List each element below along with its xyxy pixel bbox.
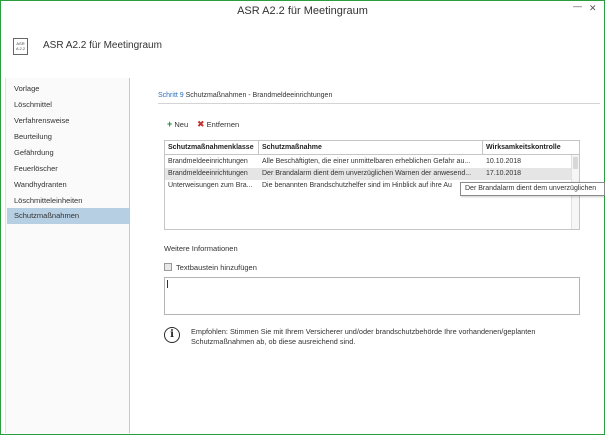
- table-cell-measure: Die benannten Brandschutzhelfer sind im …: [262, 182, 452, 189]
- title-bar: ASR A2.2 für Meetingraum — ✕: [1, 1, 604, 21]
- close-icon[interactable]: ✕: [589, 3, 597, 14]
- recommendation-text: Empfohlen: Stimmen Sie mit Ihrem Versich…: [191, 327, 536, 346]
- table-cell-measure: Der Brandalarm dient dem unverzüglichen …: [262, 170, 472, 177]
- info-icon: i: [164, 327, 180, 343]
- new-button[interactable]: + Neu: [167, 119, 188, 129]
- table-cell-class: Brandmeldeeinrichtungen: [168, 158, 248, 165]
- main-content: Schritt 9 Schutzmaßnahmen - Brandmeldeei…: [131, 71, 605, 433]
- table-cell-control: 10.10.2018: [486, 158, 522, 165]
- sidebar-item-loeschmittel[interactable]: Löschmittel: [7, 97, 129, 113]
- textblock-checkbox-label: Textbaustein hinzufügen: [176, 263, 257, 272]
- sidebar-item-feuerloescher[interactable]: Feuerlöscher: [7, 161, 129, 177]
- textblock-checkbox-row[interactable]: Textbaustein hinzufügen: [164, 263, 257, 272]
- scrollbar-thumb[interactable]: [573, 157, 578, 169]
- table-cell-control: 17.10.2018: [486, 170, 522, 177]
- step-title: Schutzmaßnahmen - Brandmeldeeinrichtunge…: [185, 92, 333, 99]
- sidebar-item-beurteilung[interactable]: Beurteilung: [7, 129, 129, 145]
- sidebar-item-loeschmitteleinheiten[interactable]: Löschmitteleinheiten: [7, 193, 129, 209]
- table-row[interactable]: Brandmeldeeinrichtungen Alle Beschäftigt…: [165, 156, 572, 168]
- column-header-measure[interactable]: Schutzmaßnahme: [259, 141, 483, 155]
- step-divider: [158, 103, 600, 104]
- table-cell-class: Unterweisungen zum Bra...: [168, 182, 253, 189]
- textblock-checkbox[interactable]: [164, 263, 172, 271]
- sidebar-item-vorlage[interactable]: Vorlage: [7, 81, 129, 97]
- app-logo-line2: A 2.2: [15, 46, 26, 51]
- app-header: ASR A 2.2 ASR A2.2 für Meetingraum: [1, 21, 604, 69]
- table-cell-class: Brandmeldeeinrichtungen: [168, 170, 248, 177]
- delete-icon: ✖: [197, 119, 205, 129]
- further-info-textarea[interactable]: [164, 277, 580, 315]
- table-header: Schutzmaßnahmenklasse Schutzmaßnahme Wir…: [165, 141, 579, 155]
- sidebar-nav: Vorlage Löschmittel Verfahrensweise Beur…: [5, 78, 130, 433]
- table-row-selected[interactable]: Brandmeldeeinrichtungen Der Brandalarm d…: [165, 168, 572, 180]
- column-header-class[interactable]: Schutzmaßnahmenklasse: [165, 141, 259, 155]
- text-caret: [167, 280, 168, 288]
- new-button-label: Neu: [174, 120, 189, 129]
- window-title: ASR A2.2 für Meetingraum: [237, 5, 368, 17]
- table-cell-measure: Alle Beschäftigten, die einer unmittelba…: [262, 158, 471, 165]
- app-window: ASR A2.2 für Meetingraum — ✕ ASR A 2.2 A…: [0, 0, 605, 435]
- delete-button-label: Entfernen: [206, 120, 240, 129]
- sidebar-item-schutzmassnahmen[interactable]: Schutzmaßnahmen: [7, 208, 129, 224]
- app-logo-icon: ASR A 2.2: [13, 38, 28, 55]
- minimize-icon[interactable]: —: [573, 1, 582, 11]
- step-number: Schritt 9: [158, 92, 184, 99]
- sidebar-item-verfahrensweise[interactable]: Verfahrensweise: [7, 113, 129, 129]
- cell-tooltip: Der Brandalarm dient dem unverzüglichen: [460, 182, 605, 196]
- sidebar-item-gefaehrdung[interactable]: Gefährdung: [7, 145, 129, 161]
- delete-button[interactable]: ✖ Entfernen: [197, 119, 239, 130]
- app-title: ASR A2.2 für Meetingraum: [43, 40, 162, 51]
- sidebar-item-wandhydranten[interactable]: Wandhydranten: [7, 177, 129, 193]
- further-info-label: Weitere Informationen: [164, 244, 238, 253]
- plus-icon: +: [167, 119, 173, 129]
- step-heading: Schritt 9 Schutzmaßnahmen - Brandmeldeei…: [158, 92, 332, 99]
- column-header-control[interactable]: Wirksamkeitskontrolle: [483, 141, 580, 155]
